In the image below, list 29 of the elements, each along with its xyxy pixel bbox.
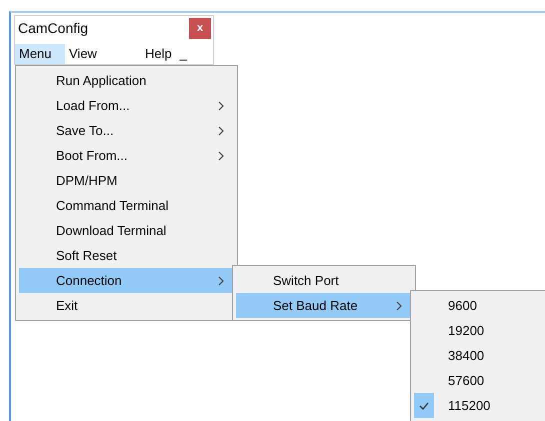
dropdown-option[interactable]: Download Terminal bbox=[19, 218, 234, 243]
dropdown-option[interactable]: DPM/HPM bbox=[19, 168, 234, 193]
chevron-right-icon bbox=[218, 100, 224, 110]
dropdown-option[interactable]: Run Application bbox=[19, 68, 234, 93]
dropdown-option[interactable]: Set Baud Rate bbox=[236, 293, 412, 318]
dropdown-option[interactable]: 115200 bbox=[414, 393, 545, 418]
dropdown-option[interactable]: 9600 bbox=[414, 293, 545, 318]
dropdown-option[interactable]: Save To... bbox=[19, 118, 234, 143]
dropdown-option[interactable]: 38400 bbox=[414, 343, 545, 368]
dropdown-option[interactable]: Connection bbox=[19, 268, 234, 293]
chevron-right-icon bbox=[218, 276, 224, 286]
chevron-right-icon bbox=[218, 126, 224, 136]
chevron-right-icon bbox=[396, 300, 402, 310]
dropdown-option[interactable]: Switch Port bbox=[236, 268, 412, 293]
dropdown-option[interactable]: Command Terminal bbox=[19, 193, 234, 218]
menu-bar-item[interactable]: _ bbox=[176, 44, 191, 64]
close-button[interactable]: x bbox=[189, 18, 211, 38]
dropdown-option[interactable]: 57600 bbox=[414, 368, 545, 393]
window-title: CamConfig bbox=[18, 18, 88, 38]
dropdown-option[interactable]: Soft Reset bbox=[19, 243, 234, 268]
menu-bar-item[interactable]: Help bbox=[141, 44, 176, 64]
chevron-right-icon bbox=[218, 150, 224, 160]
checkmark-icon bbox=[419, 402, 429, 410]
menu-bar-item[interactable]: View bbox=[65, 44, 141, 64]
dropdown-option[interactable]: 19200 bbox=[414, 318, 545, 343]
dropdown-option[interactable]: Load From... bbox=[19, 93, 234, 118]
menu-bar-item[interactable]: Menu bbox=[15, 44, 65, 64]
dropdown-option[interactable]: Exit bbox=[19, 293, 234, 318]
dropdown-option[interactable]: Boot From... bbox=[19, 143, 234, 168]
